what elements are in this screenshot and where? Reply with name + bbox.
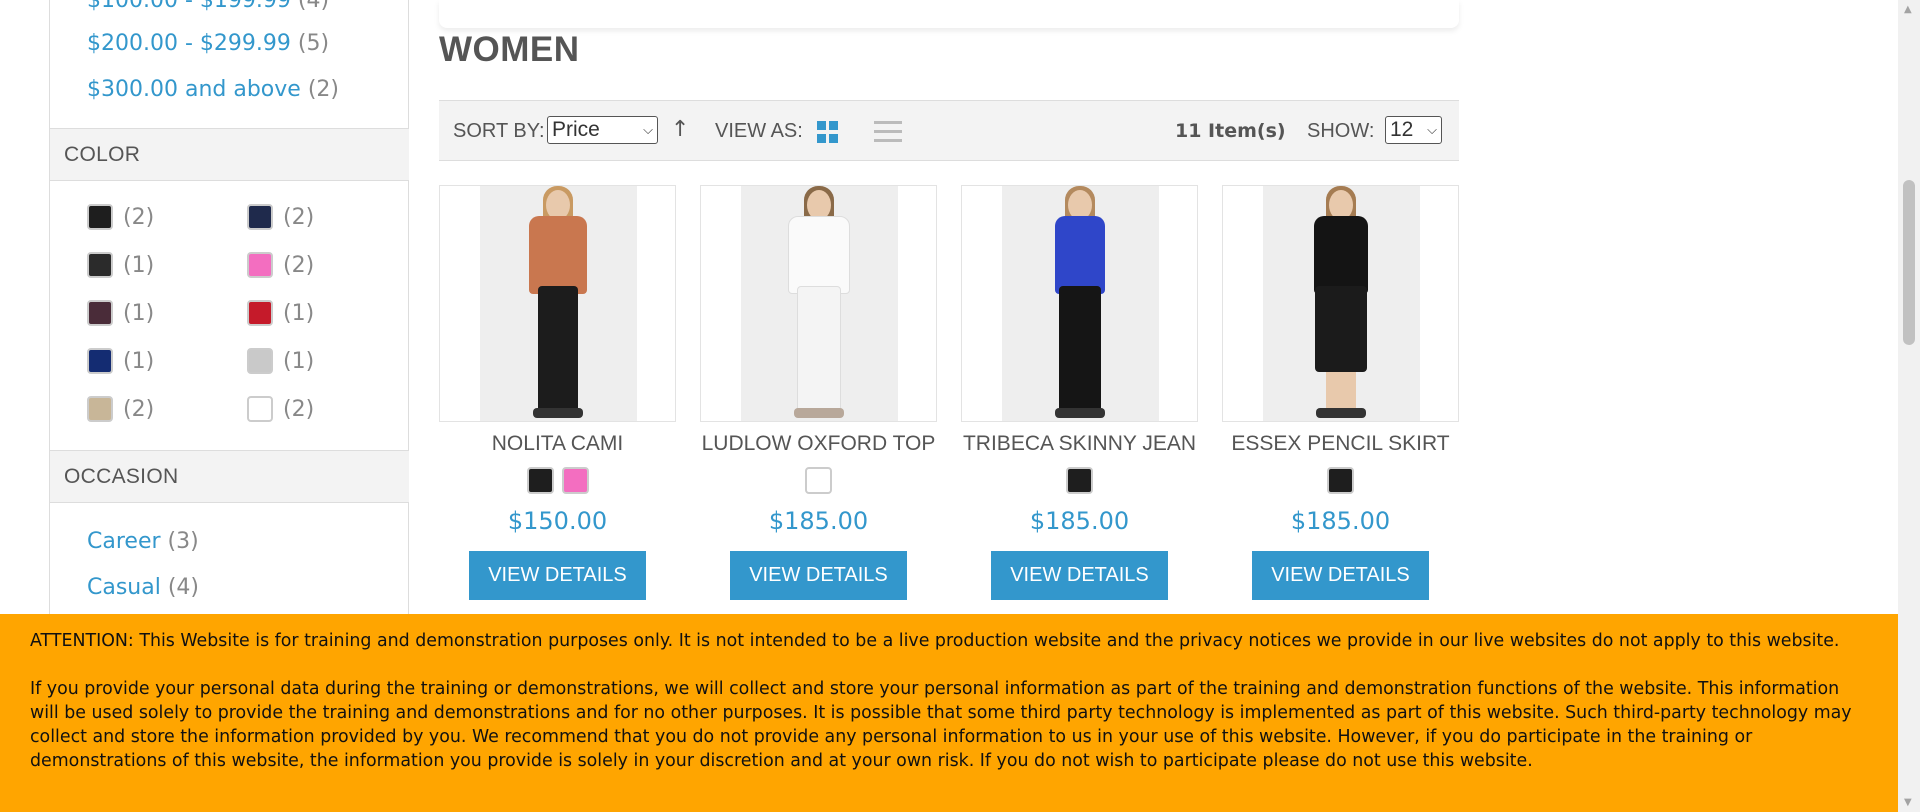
chevron-down-icon: ⌵ <box>1427 122 1437 137</box>
product-price: $185.00 <box>1290 507 1391 535</box>
product-swatches <box>1222 467 1459 495</box>
product-price: $185.00 <box>768 507 869 535</box>
show-per-page-select[interactable]: 12 ⌵ <box>1385 116 1442 144</box>
color-swatch-black[interactable] <box>1066 467 1093 494</box>
view-details-button[interactable]: VIEW DETAILS <box>469 551 646 600</box>
color-swatch <box>87 204 113 230</box>
occasion-filter-casual[interactable]: Casual (4) <box>87 575 199 600</box>
scroll-thumb[interactable] <box>1903 180 1915 345</box>
product-name[interactable]: NOLITA CAMI <box>439 432 676 456</box>
price-filter-200-299[interactable]: $200.00 - $299.99 (5) <box>87 31 329 56</box>
product-image[interactable] <box>961 185 1198 422</box>
banner-paragraph: If you provide your personal data during… <box>30 679 1852 771</box>
color-swatch <box>87 252 113 278</box>
color-swatch <box>247 300 273 326</box>
color-swatch <box>87 300 113 326</box>
price-filter-300-above[interactable]: $300.00 and above (2) <box>87 77 339 102</box>
view-details-button[interactable]: VIEW DETAILS <box>730 551 907 600</box>
occasion-filter-career[interactable]: Career (3) <box>87 529 199 554</box>
price-filter-100-199[interactable]: $100.00 - $199.99 (4) <box>87 0 329 13</box>
color-filter-navy[interactable]: (2) <box>247 202 314 232</box>
product-name[interactable]: ESSEX PENCIL SKIRT <box>1222 432 1459 456</box>
grid-view-icon[interactable] <box>817 121 839 143</box>
color-section-header[interactable]: COLOR <box>50 128 409 181</box>
color-swatch-pink[interactable] <box>561 467 589 494</box>
view-details-button[interactable]: VIEW DETAILS <box>991 551 1168 600</box>
color-filter-pink[interactable]: (2) <box>247 250 314 280</box>
color-filter-red[interactable]: (1) <box>247 298 314 328</box>
product-name[interactable]: TRIBECA SKINNY JEAN <box>961 432 1198 456</box>
color-swatch-black[interactable] <box>526 467 554 494</box>
color-filter-white[interactable]: (2) <box>247 394 314 424</box>
view-details-button[interactable]: VIEW DETAILS <box>1252 551 1429 600</box>
sort-direction-arrow-icon[interactable]: ↑ <box>671 117 689 142</box>
color-filter-gray[interactable]: (1) <box>247 346 314 376</box>
color-filter-plum[interactable]: (1) <box>87 298 154 328</box>
scroll-up-icon[interactable]: ▲ <box>1904 4 1912 15</box>
product-swatches <box>961 467 1198 495</box>
product-toolbar: SORT BY: Price ⌵ ↑ VIEW AS: 11 Item(s) S… <box>439 100 1459 161</box>
page-scrollbar[interactable]: ▲ ▼ <box>1898 0 1920 812</box>
color-swatch <box>87 348 113 374</box>
sort-by-label: SORT BY: <box>453 120 545 142</box>
scroll-down-icon[interactable]: ▼ <box>1904 797 1912 808</box>
color-filter-charcoal[interactable]: (1) <box>87 250 154 280</box>
product-image[interactable] <box>1222 185 1459 422</box>
occasion-section-header[interactable]: OCCASION <box>50 450 409 503</box>
color-swatch-white[interactable] <box>805 467 832 494</box>
color-filter-tan[interactable]: (2) <box>87 394 154 424</box>
color-swatch <box>247 348 273 374</box>
color-swatch-black[interactable] <box>1327 467 1354 494</box>
color-swatch <box>247 204 273 230</box>
attention-banner: ATTENTION: This Website is for training … <box>0 614 1898 812</box>
chevron-down-icon: ⌵ <box>643 122 653 137</box>
color-filter-blue[interactable]: (1) <box>87 346 154 376</box>
product-image[interactable] <box>700 185 937 422</box>
list-view-icon[interactable] <box>874 121 902 143</box>
show-label: SHOW: <box>1307 120 1375 142</box>
color-swatch <box>247 252 273 278</box>
product-card: LUDLOW OXFORD TOP $185.00 VIEW DETAILS <box>700 185 937 600</box>
color-swatch <box>247 396 273 422</box>
product-swatches <box>700 467 937 495</box>
sort-select[interactable]: Price ⌵ <box>547 116 658 144</box>
page-title: WOMEN <box>439 30 580 69</box>
product-card: NOLITA CAMI $150.00 VIEW DETAILS <box>439 185 676 600</box>
product-price: $150.00 <box>507 507 608 535</box>
items-count: 11 Item(s) <box>1175 120 1286 142</box>
product-image[interactable] <box>439 185 676 422</box>
banner-paragraph: ATTENTION: This Website is for training … <box>30 631 1840 651</box>
view-as-label: VIEW AS: <box>715 120 803 142</box>
product-swatches <box>439 467 676 495</box>
product-price: $185.00 <box>1029 507 1130 535</box>
product-name[interactable]: LUDLOW OXFORD TOP <box>700 432 937 456</box>
product-card: TRIBECA SKINNY JEAN $185.00 VIEW DETAILS <box>961 185 1198 600</box>
product-card: ESSEX PENCIL SKIRT $185.00 VIEW DETAILS <box>1222 185 1459 600</box>
color-swatch <box>87 396 113 422</box>
color-filter-black[interactable]: (2) <box>87 202 154 232</box>
top-card <box>439 0 1459 28</box>
